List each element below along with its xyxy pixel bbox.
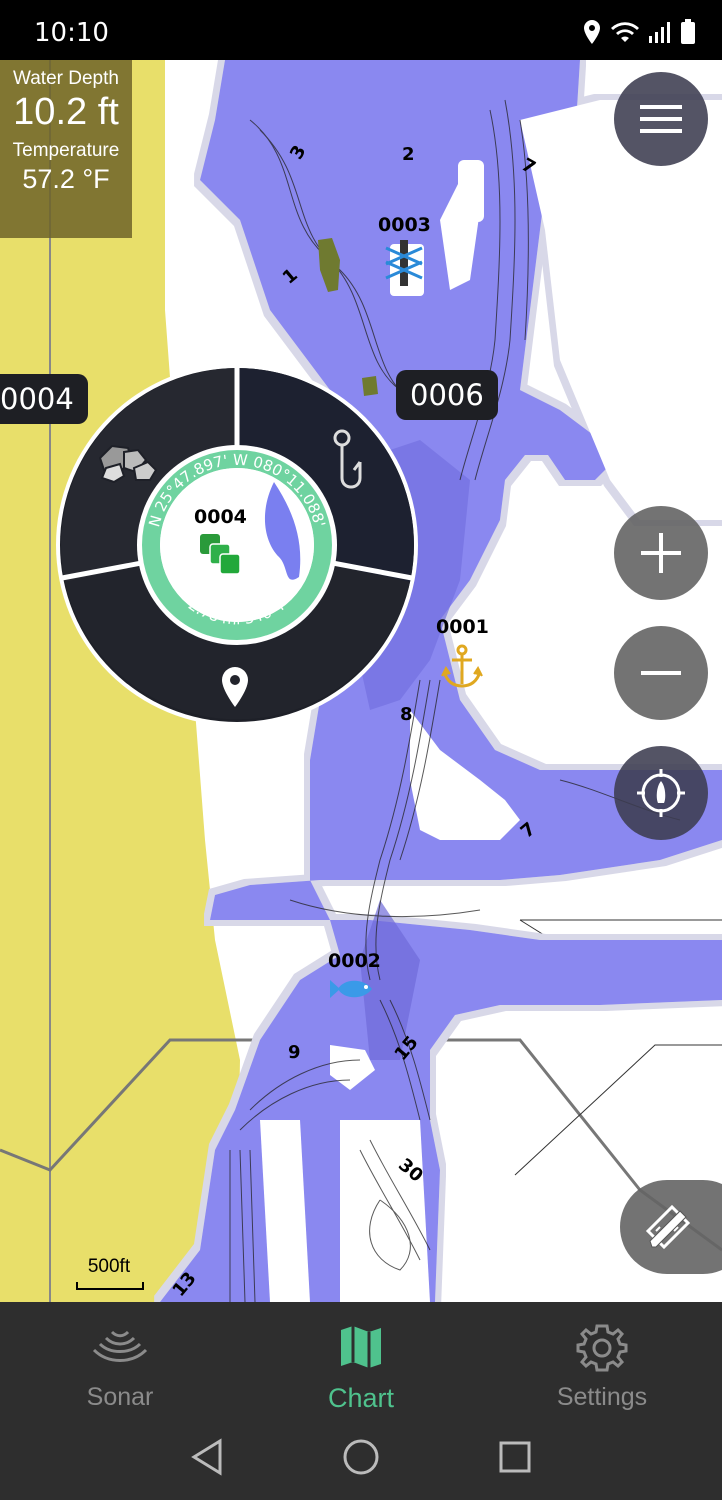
depth-number: 2 (402, 144, 415, 165)
waypoint-label[interactable]: 0002 (328, 950, 381, 972)
nav-sonar[interactable]: Sonar (0, 1302, 240, 1420)
system-navigation-bar (0, 1420, 722, 1500)
rocks-icon[interactable] (94, 438, 158, 486)
scale-bar: 500ft (76, 1256, 144, 1290)
nav-chart[interactable]: Chart (241, 1302, 481, 1420)
sonar-icon (92, 1330, 148, 1362)
chart-map-icon (341, 1326, 381, 1368)
marker-icon[interactable] (382, 240, 426, 300)
status-time: 10:10 (34, 18, 109, 48)
plus-icon (641, 533, 681, 573)
measure-tool-button[interactable] (620, 1180, 722, 1274)
home-icon[interactable] (342, 1438, 380, 1476)
bottom-navigation: Sonar Chart Settings (0, 1302, 722, 1420)
scale-label: 500ft (87, 1256, 131, 1277)
status-bar: 10:10 (0, 0, 722, 60)
waypoint-radial-menu: N 25°47.897' W 080°11.088' 2.78 mi 346°T… (54, 362, 420, 728)
minus-icon (641, 671, 681, 675)
menu-button[interactable] (614, 72, 708, 166)
ruler-pencil-icon (645, 1204, 691, 1250)
depth-label: Water Depth (13, 68, 119, 89)
recents-icon[interactable] (498, 1440, 532, 1474)
nav-chart-label: Chart (327, 1383, 395, 1413)
temperature-value: 57.2 °F (22, 164, 110, 194)
zoom-out-button[interactable] (614, 626, 708, 720)
waypoint-label[interactable]: 0003 (378, 214, 431, 236)
nav-settings[interactable]: Settings (482, 1302, 722, 1420)
radial-waypoint-name: 0004 (194, 506, 247, 528)
center-location-button[interactable] (614, 746, 708, 840)
zoom-in-button[interactable] (614, 506, 708, 600)
hamburger-icon (640, 105, 682, 133)
scale-line (76, 1282, 144, 1290)
fish-icon[interactable] (330, 976, 378, 1002)
hook-icon[interactable] (324, 428, 370, 494)
wifi-icon (611, 22, 639, 42)
nav-settings-label: Settings (556, 1383, 648, 1411)
boat-location-icon (637, 769, 685, 817)
status-icons (582, 18, 696, 46)
nav-sonar-label: Sonar (86, 1383, 154, 1411)
signal-icon (649, 22, 670, 43)
waypoint-label[interactable]: 0001 (436, 616, 489, 638)
waypoint-group-icon (200, 534, 241, 575)
anchor-icon[interactable] (440, 644, 484, 690)
battery-icon (681, 19, 695, 44)
depth-value: 10.2 ft (13, 91, 119, 133)
depth-number: 9 (288, 1042, 301, 1063)
depth-temp-readout: Water Depth 10.2 ft Temperature 57.2 °F (0, 60, 132, 238)
back-icon[interactable] (190, 1438, 224, 1476)
location-icon (584, 20, 600, 44)
gear-icon (576, 1324, 628, 1372)
pin-icon[interactable] (220, 666, 250, 708)
temperature-label: Temperature (12, 140, 120, 161)
